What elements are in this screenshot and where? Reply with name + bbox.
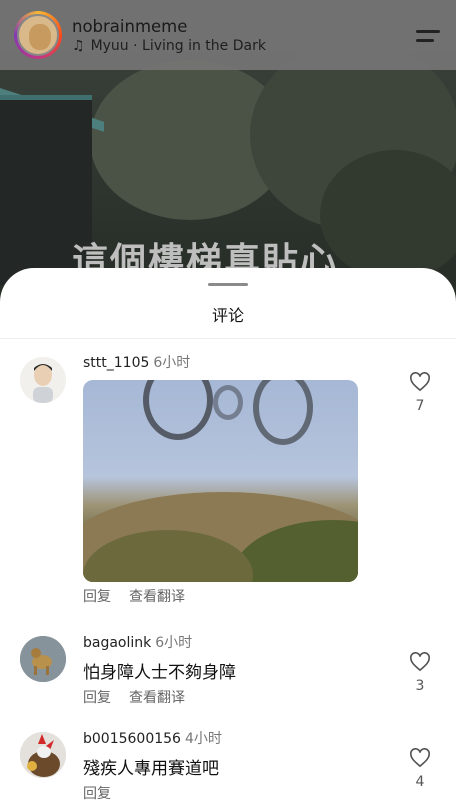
comment-text: 怕身障人士不夠身障	[83, 663, 236, 683]
commenter-avatar[interactable]	[20, 357, 66, 403]
like-control[interactable]: 3	[408, 652, 432, 694]
commenter-avatar[interactable]	[20, 732, 66, 778]
comment-time: 6小时	[153, 355, 191, 371]
music-title: Myuu · Living in the Dark	[90, 37, 266, 54]
sheet-title: 评论	[211, 306, 244, 325]
post-header: nobrainmeme ♫ Myuu · Living in the Dark	[0, 0, 456, 70]
music-info[interactable]: ♫ Myuu · Living in the Dark	[72, 38, 266, 54]
comments-sheet: 评论 sttt_1105 6小时 回复 查看翻译 7 bagaolink 6小时…	[0, 268, 456, 800]
translate-button[interactable]: 查看翻译	[129, 690, 185, 706]
image-blur-shape	[143, 380, 213, 440]
image-blur-shape	[213, 385, 243, 420]
menu-icon[interactable]	[416, 28, 440, 44]
reply-button[interactable]: 回复	[83, 589, 111, 605]
reply-button[interactable]: 回复	[83, 786, 111, 800]
like-control[interactable]: 4	[408, 748, 432, 790]
comment-time: 6小时	[155, 635, 193, 651]
like-count: 3	[415, 678, 425, 694]
commenter-avatar[interactable]	[20, 636, 66, 682]
comment-username[interactable]: b0015600156	[83, 731, 181, 747]
heart-icon[interactable]	[409, 652, 431, 672]
heart-icon[interactable]	[409, 748, 431, 768]
post-username[interactable]: nobrainmeme	[72, 17, 266, 36]
profile-avatar[interactable]	[14, 11, 62, 59]
reply-button[interactable]: 回复	[83, 690, 111, 706]
heart-icon[interactable]	[409, 372, 431, 392]
like-count: 7	[415, 398, 425, 414]
comment-username[interactable]: sttt_1105	[83, 355, 149, 371]
image-blur-shape	[253, 380, 313, 445]
like-count: 4	[415, 774, 425, 790]
like-control[interactable]: 7	[408, 372, 432, 414]
drag-handle[interactable]	[208, 283, 248, 286]
comment-username[interactable]: bagaolink	[83, 635, 151, 651]
comment-text: 殘疾人專用賽道吧	[83, 759, 219, 779]
comment-image[interactable]	[83, 380, 358, 582]
music-note-icon: ♫	[72, 37, 85, 54]
tree-foliage	[320, 150, 456, 280]
avatar-image	[17, 14, 59, 56]
comment-time: 4小时	[184, 731, 222, 747]
translate-button[interactable]: 查看翻译	[129, 589, 185, 605]
divider	[0, 338, 456, 339]
